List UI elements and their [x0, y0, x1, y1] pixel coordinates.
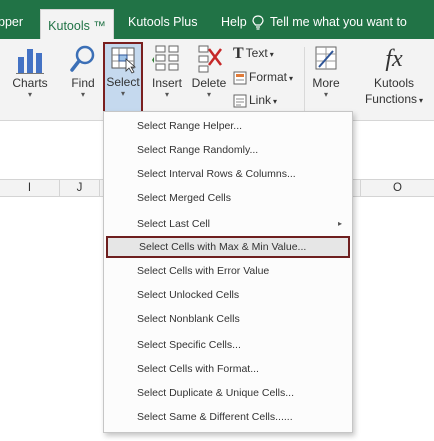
more-label: More: [312, 76, 340, 90]
menu-item-select-merged-cells[interactable]: Select Merged Cells: [104, 187, 352, 209]
chevron-down-icon: ▾: [80, 90, 85, 99]
menu-item-select-cells-max-min-value[interactable]: Select Cells with Max & Min Value...: [106, 236, 350, 258]
column-header-o[interactable]: O: [361, 180, 434, 197]
delete-label: Delete: [191, 76, 227, 90]
column-header-i[interactable]: I: [0, 180, 60, 197]
link-button[interactable]: Link ▾: [233, 90, 277, 110]
menu-item-select-interval-rows-columns[interactable]: Select Interval Rows & Columns...: [104, 163, 352, 185]
ribbon-separator: [304, 47, 305, 111]
text-button[interactable]: T Text ▾: [233, 43, 274, 63]
select-label: Select: [106, 75, 140, 89]
insert-rows-icon: [152, 45, 179, 71]
kutools-functions-button[interactable]: fx Kutools Functions ▾: [360, 43, 428, 113]
delete-button[interactable]: Delete ▾: [189, 43, 229, 113]
select-range-icon: [111, 47, 137, 74]
chevron-down-icon: ▾: [419, 96, 424, 105]
chevron-down-icon: ▾: [289, 74, 294, 83]
menu-item-select-specific-cells[interactable]: Select Specific Cells...: [104, 334, 352, 356]
magnifier-icon: [70, 45, 95, 72]
submenu-arrow-icon: ▸: [337, 219, 342, 228]
menu-item-select-range-randomly[interactable]: Select Range Randomly...: [104, 139, 352, 161]
lightbulb-icon: [252, 15, 264, 30]
chevron-down-icon: ▾: [323, 90, 328, 99]
menu-item-select-cells-with-format[interactable]: Select Cells with Format...: [104, 358, 352, 380]
column-header-j[interactable]: J: [60, 180, 100, 197]
functions-label-line2-wrap: Functions ▾: [360, 91, 428, 109]
charts-label: Charts: [12, 76, 48, 90]
charts-button[interactable]: Charts ▾: [8, 43, 52, 113]
menu-item-select-same-different-cells[interactable]: Select Same & Different Cells......: [104, 406, 352, 428]
menu-item-label: Select Last Cell: [137, 218, 210, 230]
find-label: Find: [71, 76, 95, 90]
text-label: Text: [245, 46, 268, 60]
ribbon-tab-bar: pper Kutools ™ Kutools Plus Help Tell me…: [0, 0, 434, 39]
format-icon: [233, 71, 247, 85]
menu-item-select-range-helper[interactable]: Select Range Helper...: [104, 115, 352, 137]
chevron-down-icon: ▾: [206, 90, 211, 99]
ribbon-panel: Charts ▾ Find ▾ Select ▾ Insert ▾ Delete…: [0, 39, 434, 121]
select-button[interactable]: Select ▾: [103, 42, 143, 114]
more-tools-icon: [315, 46, 337, 70]
menu-item-select-nonblank-cells[interactable]: Select Nonblank Cells: [104, 308, 352, 330]
chevron-down-icon: ▾: [120, 89, 125, 98]
select-dropdown-menu: Select Range Helper... Select Range Rand…: [103, 111, 353, 433]
delete-icon: [198, 45, 222, 73]
tab-kutools[interactable]: Kutools ™: [40, 9, 114, 39]
chevron-down-icon: ▾: [269, 50, 274, 59]
menu-item-select-last-cell[interactable]: Select Last Cell ▸: [104, 213, 352, 235]
link-label: Link: [249, 93, 272, 107]
tab-help[interactable]: Help: [221, 0, 247, 39]
chevron-down-icon: ▾: [273, 97, 278, 106]
functions-label-line1: Kutools: [373, 76, 415, 90]
more-button[interactable]: More ▾: [306, 43, 346, 113]
chevron-down-icon: ▾: [164, 90, 169, 99]
format-label: Format: [249, 70, 288, 84]
link-icon: [233, 94, 247, 108]
menu-item-select-cells-error-value[interactable]: Select Cells with Error Value: [104, 260, 352, 282]
fx-icon: fx: [385, 46, 403, 72]
menu-item-select-duplicate-unique-cells[interactable]: Select Duplicate & Unique Cells...: [104, 382, 352, 404]
tab-kutools-plus[interactable]: Kutools Plus: [128, 0, 197, 39]
menu-item-select-unlocked-cells[interactable]: Select Unlocked Cells: [104, 284, 352, 306]
tab-developer[interactable]: pper: [0, 0, 23, 39]
format-button[interactable]: Format ▾: [233, 67, 293, 87]
chevron-down-icon: ▾: [27, 90, 32, 99]
bar-chart-icon: [16, 49, 44, 74]
tell-me-search[interactable]: Tell me what you want to: [270, 0, 407, 39]
find-button[interactable]: Find ▾: [66, 43, 100, 113]
insert-label: Insert: [151, 76, 182, 90]
functions-label-line2: Functions: [364, 92, 417, 106]
text-t-icon: T: [233, 44, 244, 62]
insert-button[interactable]: Insert ▾: [148, 43, 186, 113]
